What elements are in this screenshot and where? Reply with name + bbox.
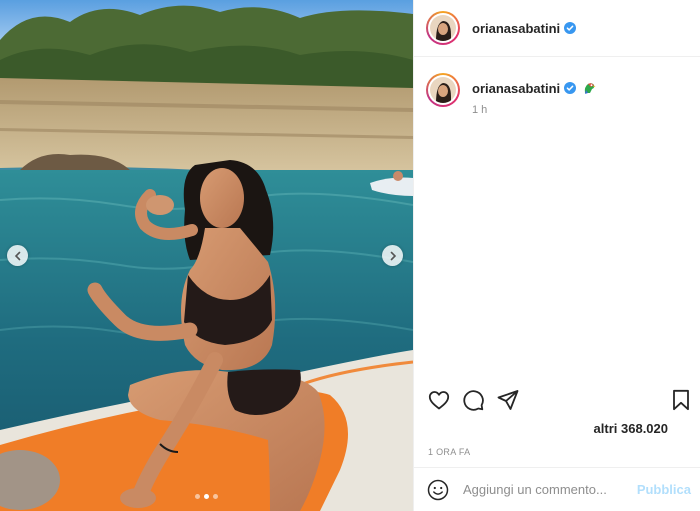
- share-button[interactable]: [496, 388, 520, 412]
- like-button[interactable]: [427, 388, 451, 412]
- next-slide-button[interactable]: [382, 245, 403, 266]
- chevron-right-icon: [390, 251, 396, 260]
- post-photo[interactable]: [0, 0, 413, 511]
- bookmark-icon: [673, 389, 689, 411]
- instagram-post: orianasabatini orianasabatini 1 h altri …: [0, 0, 700, 511]
- verified-badge-icon: [564, 22, 577, 34]
- parrot-emoji-icon: [582, 81, 596, 95]
- post-header: orianasabatini: [414, 0, 700, 57]
- comment-button[interactable]: [461, 388, 485, 412]
- carousel-dot-active: [204, 494, 209, 499]
- comment-bar: Pubblica: [414, 467, 700, 511]
- emoji-smile-icon: [427, 479, 449, 500]
- comment-icon: [463, 390, 484, 411]
- likes-count[interactable]: altri 368.020: [594, 421, 668, 436]
- publish-button[interactable]: Pubblica: [637, 482, 691, 497]
- chevron-left-icon: [14, 251, 20, 260]
- comment-input[interactable]: [463, 482, 633, 497]
- avatar[interactable]: [426, 11, 460, 45]
- caption-avatar[interactable]: [426, 73, 460, 107]
- emoji-picker-button[interactable]: [427, 479, 449, 501]
- heart-icon: [428, 391, 450, 410]
- post-age: 1 ORA FA: [428, 447, 471, 457]
- verified-badge-icon: [564, 82, 577, 94]
- save-button[interactable]: [669, 388, 693, 412]
- carousel-dot: [213, 494, 218, 499]
- share-icon: [497, 390, 519, 410]
- caption-timestamp: 1 h: [472, 104, 488, 116]
- action-bar: [414, 388, 700, 414]
- beach-photo: [0, 0, 413, 511]
- caption: orianasabatini 1 h: [414, 57, 700, 116]
- avatar-image: [430, 15, 456, 41]
- carousel-indicator: [0, 494, 413, 499]
- post-side-panel: orianasabatini orianasabatini 1 h altri …: [413, 0, 700, 511]
- previous-slide-button[interactable]: [7, 245, 28, 266]
- caption-username[interactable]: orianasabatini: [472, 81, 560, 96]
- avatar-image: [430, 77, 456, 103]
- header-username[interactable]: orianasabatini: [472, 21, 560, 36]
- carousel-dot: [195, 494, 200, 499]
